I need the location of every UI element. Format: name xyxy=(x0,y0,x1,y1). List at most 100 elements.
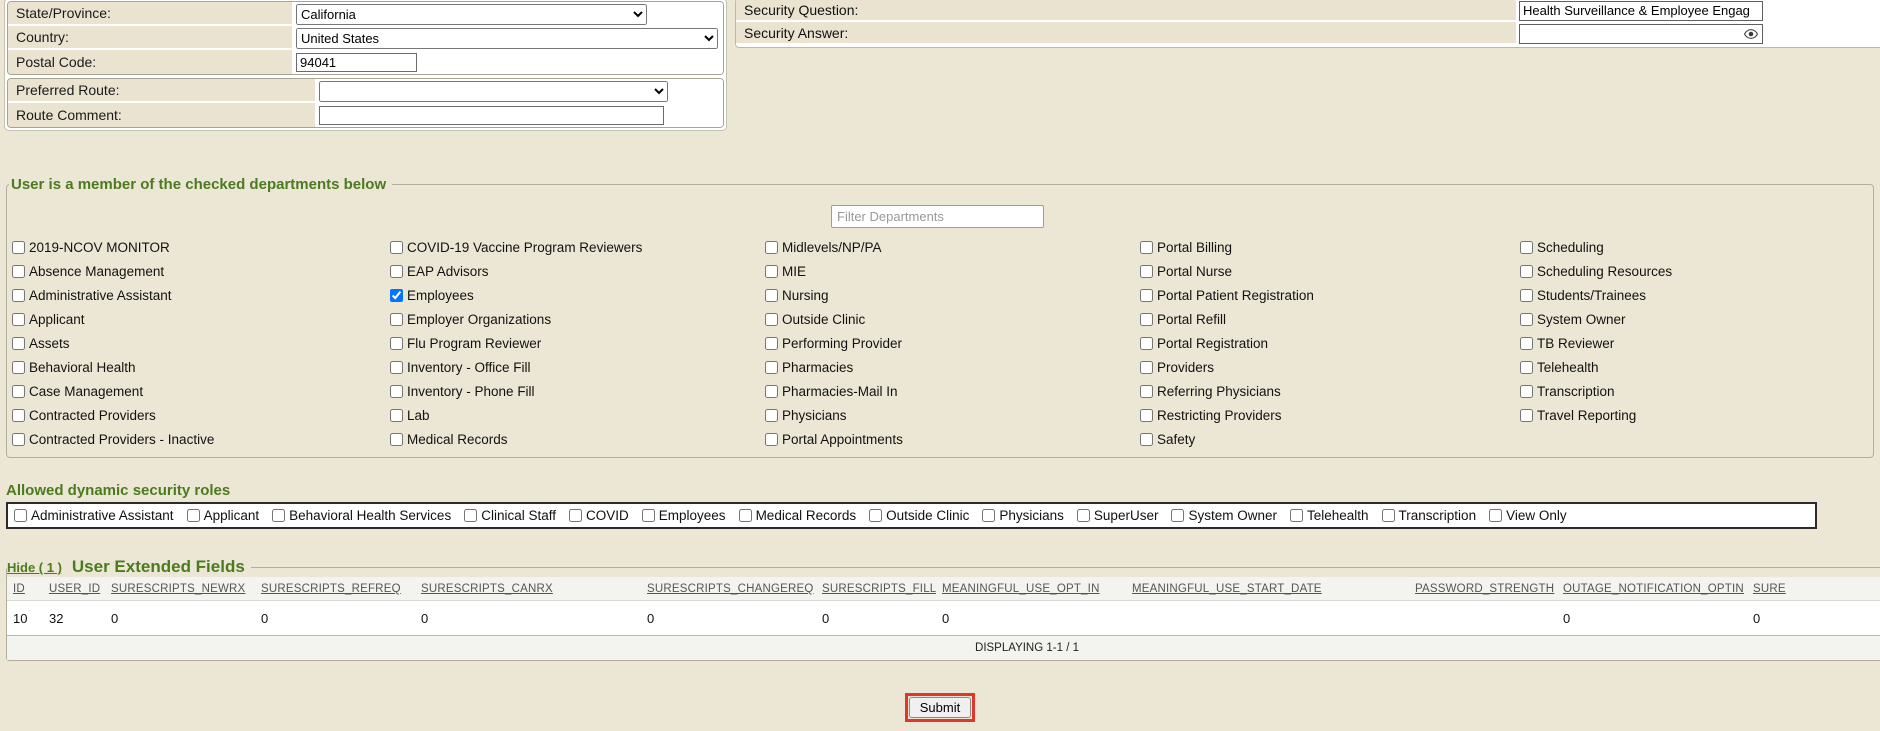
column-header-meaningful-use-opt-in[interactable]: MEANINGFUL_USE_OPT_IN xyxy=(936,577,1126,601)
department-checkbox[interactable] xyxy=(1140,241,1153,254)
department-checkbox[interactable] xyxy=(12,337,25,350)
department-option-system-owner[interactable]: System Owner xyxy=(1520,307,1672,331)
department-option-midlevels-np-pa[interactable]: Midlevels/NP/PA xyxy=(765,235,1140,259)
department-checkbox[interactable] xyxy=(390,265,403,278)
department-option-travel-reporting[interactable]: Travel Reporting xyxy=(1520,403,1672,427)
department-checkbox[interactable] xyxy=(1520,409,1533,422)
department-option-applicant[interactable]: Applicant xyxy=(12,307,390,331)
role-checkbox[interactable] xyxy=(1290,509,1303,522)
column-header-surescripts-canrx[interactable]: SURESCRIPTS_CANRX xyxy=(415,577,641,601)
department-checkbox[interactable] xyxy=(765,241,778,254)
role-checkbox[interactable] xyxy=(464,509,477,522)
department-checkbox[interactable] xyxy=(12,433,25,446)
department-option-telehealth[interactable]: Telehealth xyxy=(1520,355,1672,379)
department-option-administrative-assistant[interactable]: Administrative Assistant xyxy=(12,283,390,307)
department-option-restricting-providers[interactable]: Restricting Providers xyxy=(1140,403,1520,427)
department-option-portal-appointments[interactable]: Portal Appointments xyxy=(765,427,1140,451)
department-checkbox[interactable] xyxy=(765,361,778,374)
department-option-referring-physicians[interactable]: Referring Physicians xyxy=(1140,379,1520,403)
department-checkbox[interactable] xyxy=(1520,241,1533,254)
department-checkbox[interactable] xyxy=(390,241,403,254)
role-option-transcription[interactable]: Transcription xyxy=(1382,504,1477,527)
department-checkbox[interactable] xyxy=(1140,337,1153,350)
column-header-sure[interactable]: SURE xyxy=(1747,577,1880,601)
department-checkbox[interactable] xyxy=(1140,433,1153,446)
department-option-performing-provider[interactable]: Performing Provider xyxy=(765,331,1140,355)
role-checkbox[interactable] xyxy=(569,509,582,522)
department-checkbox[interactable] xyxy=(765,289,778,302)
role-checkbox[interactable] xyxy=(1171,509,1184,522)
department-option-employees[interactable]: Employees xyxy=(390,283,765,307)
column-header-password-strength[interactable]: PASSWORD_STRENGTH xyxy=(1409,577,1557,601)
department-option-pharmacies[interactable]: Pharmacies xyxy=(765,355,1140,379)
department-option-outside-clinic[interactable]: Outside Clinic xyxy=(765,307,1140,331)
department-option-lab[interactable]: Lab xyxy=(390,403,765,427)
department-option-scheduling-resources[interactable]: Scheduling Resources xyxy=(1520,259,1672,283)
department-option-scheduling[interactable]: Scheduling xyxy=(1520,235,1672,259)
department-option-inventory-phone-fill[interactable]: Inventory - Phone Fill xyxy=(390,379,765,403)
department-checkbox[interactable] xyxy=(12,241,25,254)
department-checkbox[interactable] xyxy=(12,265,25,278)
select-state-province[interactable]: California xyxy=(296,4,647,25)
select-country[interactable]: United States xyxy=(296,28,718,49)
role-option-physicians[interactable]: Physicians xyxy=(982,504,1064,527)
department-checkbox[interactable] xyxy=(12,289,25,302)
department-checkbox[interactable] xyxy=(390,289,403,302)
department-option-flu-program-reviewer[interactable]: Flu Program Reviewer xyxy=(390,331,765,355)
role-checkbox[interactable] xyxy=(869,509,882,522)
role-checkbox[interactable] xyxy=(187,509,200,522)
department-option-physicians[interactable]: Physicians xyxy=(765,403,1140,427)
department-option-behavioral-health[interactable]: Behavioral Health xyxy=(12,355,390,379)
department-option-covid-19-vaccine-program-reviewers[interactable]: COVID-19 Vaccine Program Reviewers xyxy=(390,235,765,259)
input-security-answer[interactable] xyxy=(1519,24,1763,44)
department-option-safety[interactable]: Safety xyxy=(1140,427,1520,451)
department-option-medical-records[interactable]: Medical Records xyxy=(390,427,765,451)
department-option-portal-nurse[interactable]: Portal Nurse xyxy=(1140,259,1520,283)
department-checkbox[interactable] xyxy=(765,385,778,398)
department-checkbox[interactable] xyxy=(390,337,403,350)
role-checkbox[interactable] xyxy=(1077,509,1090,522)
department-checkbox[interactable] xyxy=(1140,409,1153,422)
role-checkbox[interactable] xyxy=(642,509,655,522)
hide-link[interactable]: Hide ( 1 ) xyxy=(7,560,62,575)
department-checkbox[interactable] xyxy=(1520,361,1533,374)
role-option-superuser[interactable]: SuperUser xyxy=(1077,504,1159,527)
column-header-surescripts-changereq[interactable]: SURESCRIPTS_CHANGEREQ xyxy=(641,577,816,601)
column-header-surescripts-newrx[interactable]: SURESCRIPTS_NEWRX xyxy=(105,577,255,601)
filter-departments-input[interactable] xyxy=(831,205,1044,228)
department-option-contracted-providers-inactive[interactable]: Contracted Providers - Inactive xyxy=(12,427,390,451)
department-checkbox[interactable] xyxy=(390,385,403,398)
role-option-medical-records[interactable]: Medical Records xyxy=(739,504,857,527)
role-option-covid[interactable]: COVID xyxy=(569,504,629,527)
select-preferred-route[interactable] xyxy=(319,81,668,102)
department-checkbox[interactable] xyxy=(390,361,403,374)
role-option-view-only[interactable]: View Only xyxy=(1489,504,1567,527)
column-header-user-id[interactable]: USER_ID xyxy=(43,577,105,601)
department-option-tb-reviewer[interactable]: TB Reviewer xyxy=(1520,331,1672,355)
role-option-telehealth[interactable]: Telehealth xyxy=(1290,504,1369,527)
role-checkbox[interactable] xyxy=(14,509,27,522)
role-checkbox[interactable] xyxy=(1382,509,1395,522)
department-checkbox[interactable] xyxy=(1520,385,1533,398)
department-option-portal-registration[interactable]: Portal Registration xyxy=(1140,331,1520,355)
department-option-contracted-providers[interactable]: Contracted Providers xyxy=(12,403,390,427)
department-option-providers[interactable]: Providers xyxy=(1140,355,1520,379)
department-option-transcription[interactable]: Transcription xyxy=(1520,379,1672,403)
role-option-employees[interactable]: Employees xyxy=(642,504,726,527)
department-option-eap-advisors[interactable]: EAP Advisors xyxy=(390,259,765,283)
department-checkbox[interactable] xyxy=(12,361,25,374)
role-option-applicant[interactable]: Applicant xyxy=(187,504,260,527)
department-checkbox[interactable] xyxy=(390,433,403,446)
department-checkbox[interactable] xyxy=(1140,385,1153,398)
department-checkbox[interactable] xyxy=(1140,265,1153,278)
column-header-meaningful-use-start-date[interactable]: MEANINGFUL_USE_START_DATE xyxy=(1126,577,1409,601)
department-option-pharmacies-mail-in[interactable]: Pharmacies-Mail In xyxy=(765,379,1140,403)
column-header-id[interactable]: ID xyxy=(7,577,43,601)
department-option-2019-ncov-monitor[interactable]: 2019-NCOV MONITOR xyxy=(12,235,390,259)
department-option-absence-management[interactable]: Absence Management xyxy=(12,259,390,283)
submit-button[interactable]: Submit xyxy=(909,697,971,718)
department-checkbox[interactable] xyxy=(765,433,778,446)
department-option-case-management[interactable]: Case Management xyxy=(12,379,390,403)
department-checkbox[interactable] xyxy=(12,409,25,422)
department-option-assets[interactable]: Assets xyxy=(12,331,390,355)
